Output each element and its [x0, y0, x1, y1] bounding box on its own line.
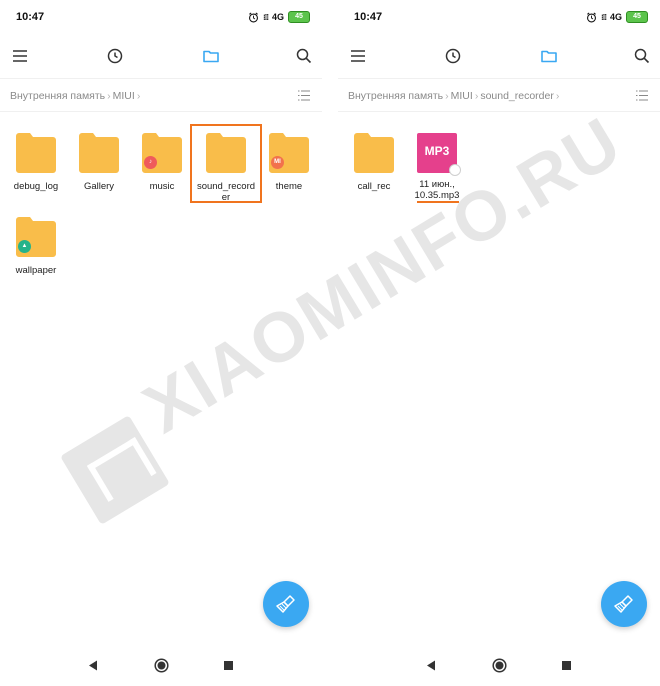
- signal-icon: ⁝⁞⁞: [263, 12, 269, 22]
- chevron-right-icon: ›: [136, 90, 141, 102]
- menu-icon[interactable]: [349, 47, 367, 65]
- breadcrumb: Внутренняя память › MIUI ›: [10, 90, 142, 102]
- folder-icon[interactable]: [202, 47, 220, 65]
- folder-label: call_rec: [357, 181, 391, 192]
- status-time: 10:47: [16, 11, 45, 23]
- breadcrumb-item-sound-recorder[interactable]: sound_recorder: [480, 90, 554, 102]
- history-icon[interactable]: [444, 47, 462, 65]
- breadcrumb-item-internal[interactable]: Внутренняя память: [10, 90, 105, 102]
- network-type: 4G: [271, 12, 284, 22]
- folder-label: music: [149, 181, 175, 192]
- search-icon[interactable]: [295, 47, 313, 65]
- wallpaper-badge-icon: ▲: [18, 240, 31, 253]
- mp3-file-item[interactable]: MP3 11 июн., 10.35.mp3: [407, 133, 467, 217]
- chevron-right-icon: ›: [445, 90, 449, 102]
- music-badge-icon: ♪: [144, 156, 157, 169]
- back-icon[interactable]: [88, 660, 98, 671]
- broom-icon: [276, 595, 295, 613]
- folder-icon[interactable]: [540, 47, 558, 65]
- folder-label: Gallery: [83, 181, 115, 192]
- list-view-icon[interactable]: [636, 90, 648, 101]
- folder-item[interactable]: MI theme: [259, 133, 319, 217]
- status-bar: 10:47 ⁝⁞⁞ 4G 45: [338, 0, 660, 36]
- clean-fab-button[interactable]: [601, 581, 647, 627]
- theme-badge-icon: MI: [271, 156, 284, 169]
- home-icon[interactable]: [492, 658, 507, 673]
- chevron-right-icon: ›: [555, 90, 560, 102]
- chevron-right-icon: ›: [474, 90, 479, 102]
- folder-label: theme: [275, 181, 303, 192]
- folder-item[interactable]: ♪ music: [132, 133, 192, 217]
- folder-item[interactable]: debug_log: [6, 133, 66, 217]
- breadcrumb-divider: [338, 111, 660, 112]
- file-label: 11 июн., 10.35.mp3: [405, 179, 469, 201]
- home-icon[interactable]: [154, 658, 169, 673]
- status-bar: 10:47 ⁝⁞⁞ 4G 45: [0, 0, 322, 36]
- battery-icon: 45: [626, 11, 648, 23]
- menu-icon[interactable]: [11, 47, 29, 65]
- folder-item[interactable]: call_rec: [344, 133, 404, 217]
- breadcrumb-item-internal[interactable]: Внутренняя память: [348, 90, 443, 102]
- folder-icon: [16, 133, 56, 173]
- chevron-right-icon: ›: [107, 90, 111, 102]
- folder-label: debug_log: [13, 181, 59, 192]
- file-name-line2: 10.35.mp3: [414, 190, 460, 201]
- signal-icon: ⁝⁞⁞: [601, 12, 607, 22]
- breadcrumb-item-miui[interactable]: MIUI: [451, 90, 473, 102]
- alarm-icon: [587, 12, 597, 22]
- select-checkbox[interactable]: [449, 164, 461, 176]
- folder-label: wallpaper: [15, 265, 57, 276]
- breadcrumb: Внутренняя память › MIUI › sound_recorder ›: [348, 90, 561, 102]
- breadcrumb-divider: [0, 111, 322, 112]
- alarm-icon: [249, 12, 259, 22]
- recents-icon[interactable]: [224, 661, 233, 670]
- history-icon[interactable]: [106, 47, 124, 65]
- back-icon[interactable]: [426, 660, 436, 671]
- toolbar-divider: [338, 78, 660, 79]
- list-view-icon[interactable]: [298, 90, 310, 101]
- folder-icon: [354, 133, 394, 173]
- phone-screen-right: 10:47 ⁝⁞⁞ 4G 45 Внутренняя память › MIUI › s…: [338, 0, 660, 686]
- selection-highlight: [190, 124, 262, 203]
- navigation-bar: [338, 646, 660, 686]
- network-type: 4G: [609, 12, 622, 22]
- phone-screen-left: 10:47 ⁝⁞⁞ 4G 45 Внутренняя память › MIUI › …: [0, 0, 322, 686]
- status-time: 10:47: [354, 11, 383, 23]
- broom-icon: [614, 595, 633, 613]
- navigation-bar: [0, 646, 322, 686]
- status-icons: ⁝⁞⁞ 4G 45: [586, 11, 648, 23]
- recents-icon[interactable]: [562, 661, 571, 670]
- battery-icon: 45: [288, 11, 310, 23]
- file-underline-highlight: [417, 201, 459, 203]
- toolbar-divider: [0, 78, 322, 79]
- status-icons: ⁝⁞⁞ 4G 45: [248, 11, 310, 23]
- search-icon[interactable]: [633, 47, 651, 65]
- folder-item[interactable]: ▲ wallpaper: [6, 217, 66, 301]
- clean-fab-button[interactable]: [263, 581, 309, 627]
- file-type-label: MP3: [424, 144, 450, 158]
- file-name-line1: 11 июн.,: [419, 179, 455, 190]
- breadcrumb-item-miui[interactable]: MIUI: [113, 90, 135, 102]
- toolbar: [0, 36, 322, 76]
- toolbar: [338, 36, 660, 76]
- screen-gap: [322, 0, 338, 686]
- folder-icon: [79, 133, 119, 173]
- folder-item[interactable]: Gallery: [69, 133, 129, 217]
